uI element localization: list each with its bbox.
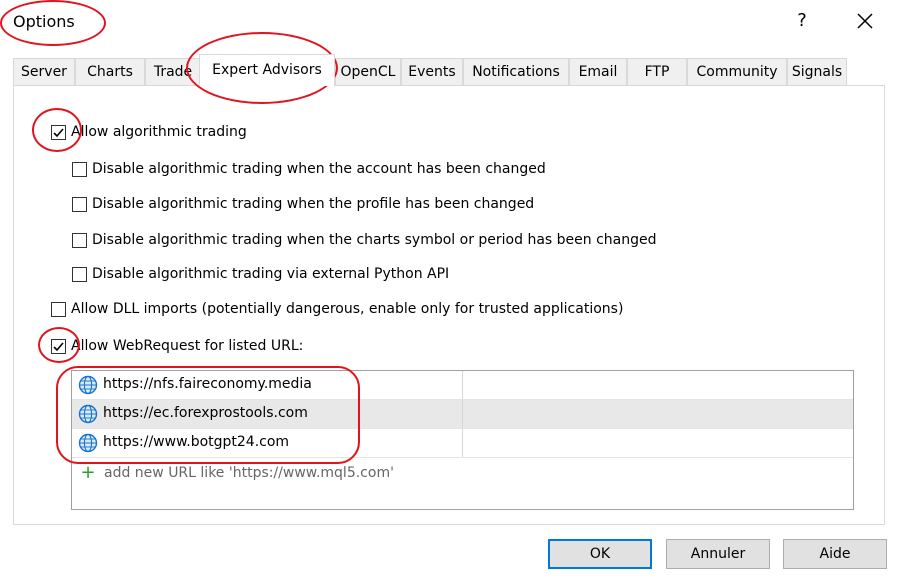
url-list-item[interactable]: https://nfs.faireconomy.media (72, 371, 853, 400)
column-divider (462, 371, 463, 399)
checkmark-icon (53, 127, 64, 137)
disable-on-symbol-change-label: Disable algorithmic trading when the cha… (92, 232, 657, 248)
allow-algo-trading-checkbox[interactable] (51, 124, 66, 140)
disable-on-symbol-change-checkbox[interactable] (72, 232, 87, 248)
tab-expert-advisors[interactable]: Expert Advisors (199, 54, 335, 86)
title-bar: Options ? (0, 0, 900, 48)
allow-dll-imports-checkbox[interactable] (51, 301, 66, 317)
disable-python-api-label: Disable algorithmic trading via external… (92, 266, 450, 282)
tab-ftp[interactable]: FTP (627, 58, 687, 85)
checkmark-icon (53, 341, 64, 351)
disable-on-profile-change-checkbox[interactable] (72, 196, 87, 212)
tab-server[interactable]: Server (13, 58, 75, 85)
tab-notifications[interactable]: Notifications (463, 58, 569, 85)
tab-charts[interactable]: Charts (75, 58, 145, 85)
tab-community[interactable]: Community (687, 58, 787, 85)
allow-webrequest-option[interactable]: Allow WebRequest for listed URL: (51, 336, 303, 356)
url-list-item[interactable]: https://ec.forexprostools.com (72, 400, 853, 429)
globe-icon (78, 375, 98, 395)
url-text: https://nfs.faireconomy.media (103, 376, 312, 392)
url-text: https://ec.forexprostools.com (103, 405, 308, 421)
column-divider (462, 400, 463, 428)
allow-webrequest-label: Allow WebRequest for listed URL: (71, 338, 304, 354)
cancel-button[interactable]: Annuler (666, 539, 770, 569)
allow-dll-imports-option[interactable]: Allow DLL imports (potentially dangerous… (51, 299, 623, 319)
allow-dll-imports-label: Allow DLL imports (potentially dangerous… (71, 301, 624, 317)
tab-signals[interactable]: Signals (787, 58, 847, 85)
add-url-placeholder: add new URL like 'https://www.mql5.com' (104, 465, 394, 481)
disable-on-account-change-checkbox[interactable] (72, 161, 87, 177)
globe-icon (78, 404, 98, 424)
help-dialog-button[interactable]: Aide (783, 539, 887, 569)
ok-button[interactable]: OK (548, 539, 652, 569)
column-divider (462, 429, 463, 457)
tab-events[interactable]: Events (401, 58, 463, 85)
add-url-row[interactable]: + add new URL like 'https://www.mql5.com… (78, 462, 394, 483)
url-list-item[interactable]: https://www.botgpt24.com (72, 429, 853, 458)
globe-icon (78, 433, 98, 453)
tab-email[interactable]: Email (569, 58, 627, 85)
help-button[interactable]: ? (792, 10, 812, 31)
disable-python-api-checkbox[interactable] (72, 266, 87, 282)
close-button[interactable] (852, 8, 878, 34)
plus-icon: + (80, 462, 96, 483)
url-text: https://www.botgpt24.com (103, 434, 290, 450)
close-icon (857, 13, 873, 29)
allow-algo-trading-option[interactable]: Allow algorithmic trading (51, 122, 247, 142)
allow-algo-trading-label: Allow algorithmic trading (71, 124, 247, 140)
disable-on-account-change-option[interactable]: Disable algorithmic trading when the acc… (72, 159, 546, 179)
allow-webrequest-checkbox[interactable] (51, 338, 66, 354)
window-title: Options (13, 12, 75, 31)
tab-trade[interactable]: Trade (145, 58, 201, 85)
webrequest-url-list[interactable]: https://nfs.faireconomy.media https://ec… (71, 370, 854, 510)
disable-on-profile-change-label: Disable algorithmic trading when the pro… (92, 196, 535, 212)
tab-opencl[interactable]: OpenCL (335, 58, 401, 85)
disable-on-symbol-change-option[interactable]: Disable algorithmic trading when the cha… (72, 230, 657, 250)
disable-on-profile-change-option[interactable]: Disable algorithmic trading when the pro… (72, 194, 534, 214)
disable-python-api-option[interactable]: Disable algorithmic trading via external… (72, 264, 449, 284)
disable-on-account-change-label: Disable algorithmic trading when the acc… (92, 161, 546, 177)
